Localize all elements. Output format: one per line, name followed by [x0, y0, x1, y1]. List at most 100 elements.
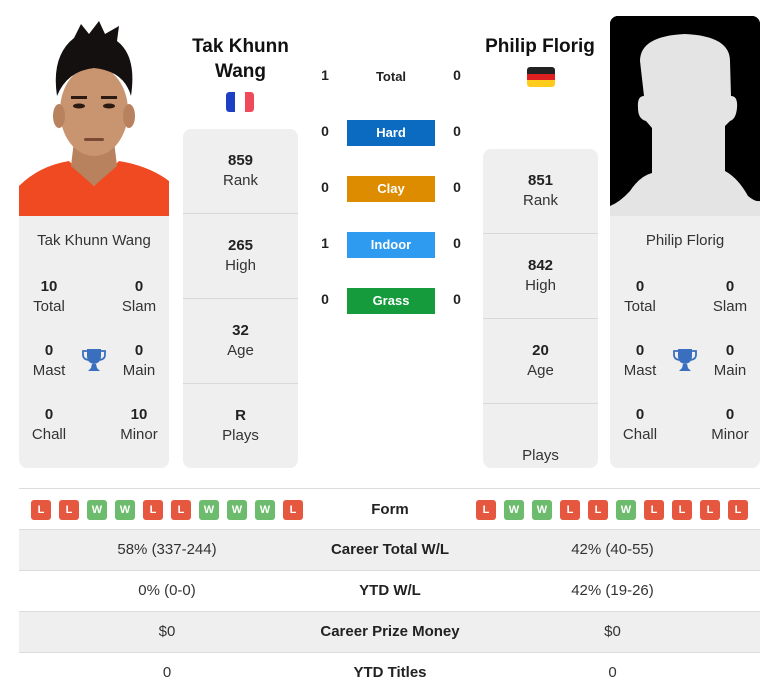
player1-plays: R Plays	[183, 406, 298, 491]
rank-value: 859	[227, 152, 254, 169]
high-label: High	[225, 257, 256, 274]
plays-label: Plays	[522, 447, 559, 464]
age-label: Age	[227, 342, 254, 359]
player1-photo	[19, 16, 169, 216]
titles-main-value: 0	[134, 342, 144, 359]
h2h-clay-p1: 0	[321, 179, 329, 195]
france-flag-icon	[226, 92, 254, 112]
titles-mast-label: Mast	[623, 362, 657, 379]
titles-minor-label: Minor	[120, 426, 158, 443]
rank-value: 851	[527, 172, 554, 189]
player2-form-badge-loss[interactable]: L	[700, 500, 720, 520]
player2-form-badge-loss[interactable]: L	[728, 500, 748, 520]
surface-grass-badge: Grass	[347, 288, 435, 314]
player2-value: 0	[608, 664, 617, 681]
player2-name-label: Philip Florig	[645, 232, 725, 249]
plays-value	[483, 426, 598, 446]
table-row: 58% (337-244) Career Total W/L 42% (40-5…	[19, 530, 760, 570]
trophy-icon	[81, 347, 107, 373]
player1-form-badge-win[interactable]: W	[87, 500, 107, 520]
player2-value: $0	[604, 623, 621, 640]
titles-total-label: Total	[33, 298, 65, 315]
player1-titles-total: 10 Total	[19, 277, 79, 317]
player1-form-badge-loss[interactable]: L	[171, 500, 191, 520]
player1-value: 58% (337-244)	[117, 541, 217, 558]
row-label: Career Total W/L	[330, 541, 450, 558]
titles-minor-value: 0	[725, 406, 735, 423]
player1-form-badge-loss[interactable]: L	[283, 500, 303, 520]
titles-chall-label: Chall	[622, 426, 658, 443]
germany-flag-icon	[527, 67, 555, 87]
player2-form-badge-loss[interactable]: L	[644, 500, 664, 520]
player2-form-badge-loss[interactable]: L	[560, 500, 580, 520]
player1-titles-main: 0 Main	[109, 341, 169, 381]
titles-mast-value: 0	[635, 342, 645, 359]
h2h-total-p1: 1	[321, 67, 329, 83]
titles-chall-value: 0	[635, 406, 645, 423]
player2-form-badge-loss[interactable]: L	[476, 500, 496, 520]
divider	[483, 233, 598, 234]
high-value: 265	[227, 237, 254, 254]
player2-form-badge-loss[interactable]: L	[672, 500, 692, 520]
table-row: 0 YTD Titles 0	[19, 653, 760, 693]
player1-titles-slam: 0 Slam	[109, 277, 169, 317]
h2h-indoor-p2: 0	[453, 235, 461, 251]
player1-rank: 859 Rank	[183, 151, 298, 236]
rank-label: Rank	[222, 172, 259, 189]
row-label: Career Prize Money	[320, 623, 460, 640]
divider	[183, 383, 298, 384]
player2-titles-slam: 0 Slam	[700, 277, 760, 317]
titles-mast-value: 0	[44, 342, 54, 359]
player2-name-heading[interactable]: Philip Florig	[470, 34, 610, 59]
surface-indoor-badge: Indoor	[347, 232, 435, 258]
h2h-grass-p2: 0	[453, 291, 461, 307]
titles-chall-value: 0	[44, 406, 54, 423]
player1-titles-chall: 0 Chall	[19, 405, 79, 445]
divider	[483, 318, 598, 319]
player1-name-line1: Tak Khunn	[192, 36, 289, 57]
surface-clay-badge: Clay	[347, 176, 435, 202]
row-label: YTD Titles	[353, 664, 427, 681]
player2-value: 42% (40-55)	[571, 541, 654, 558]
player1-form-badge-win[interactable]: W	[115, 500, 135, 520]
player1-form-badge-win[interactable]: W	[227, 500, 247, 520]
player1-name-line2: Wang	[214, 61, 266, 82]
surface-hard-badge: Hard	[347, 120, 435, 146]
divider	[183, 213, 298, 214]
player2-form-badge-win[interactable]: W	[532, 500, 552, 520]
player1-name-heading[interactable]: Tak Khunn Wang	[183, 34, 298, 84]
high-value: 842	[527, 257, 554, 274]
titles-mast-label: Mast	[32, 362, 66, 379]
player1-value: 0% (0-0)	[138, 582, 196, 599]
h2h-hard-p2: 0	[453, 123, 461, 139]
player2-form-badge-win[interactable]: W	[616, 500, 636, 520]
age-value: 32	[232, 322, 249, 339]
player2-titles-main: 0 Main	[700, 341, 760, 381]
divider	[183, 298, 298, 299]
h2h-total-label: Total	[375, 69, 407, 84]
player1-form-badge-win[interactable]: W	[199, 500, 219, 520]
trophy-icon	[672, 347, 698, 373]
age-value: 20	[532, 342, 549, 359]
titles-total-value: 10	[40, 278, 58, 295]
h2h-indoor-p1: 1	[321, 235, 329, 251]
table-row: $0 Career Prize Money $0	[19, 612, 760, 652]
titles-main-value: 0	[725, 342, 735, 359]
player2-titles-total: 0 Total	[610, 277, 670, 317]
player2-age: 20 Age	[483, 341, 598, 426]
player1-value: 0	[162, 664, 172, 681]
rank-label: Rank	[522, 192, 559, 209]
titles-slam-label: Slam	[121, 298, 157, 315]
player1-form-badge-loss[interactable]: L	[143, 500, 163, 520]
player2-form-badge-win[interactable]: W	[504, 500, 524, 520]
player1-form-badge-loss[interactable]: L	[31, 500, 51, 520]
player2-form-badge-loss[interactable]: L	[588, 500, 608, 520]
player1-form-badge-loss[interactable]: L	[59, 500, 79, 520]
h2h-total-p2: 0	[453, 67, 461, 83]
high-label: High	[525, 277, 556, 294]
player1-form-badge-win[interactable]: W	[255, 500, 275, 520]
titles-slam-value: 0	[134, 278, 144, 295]
titles-minor-label: Minor	[711, 426, 749, 443]
table-row: 0% (0-0) YTD W/L 42% (19-26)	[19, 571, 760, 611]
player2-value: 42% (19-26)	[571, 582, 654, 599]
